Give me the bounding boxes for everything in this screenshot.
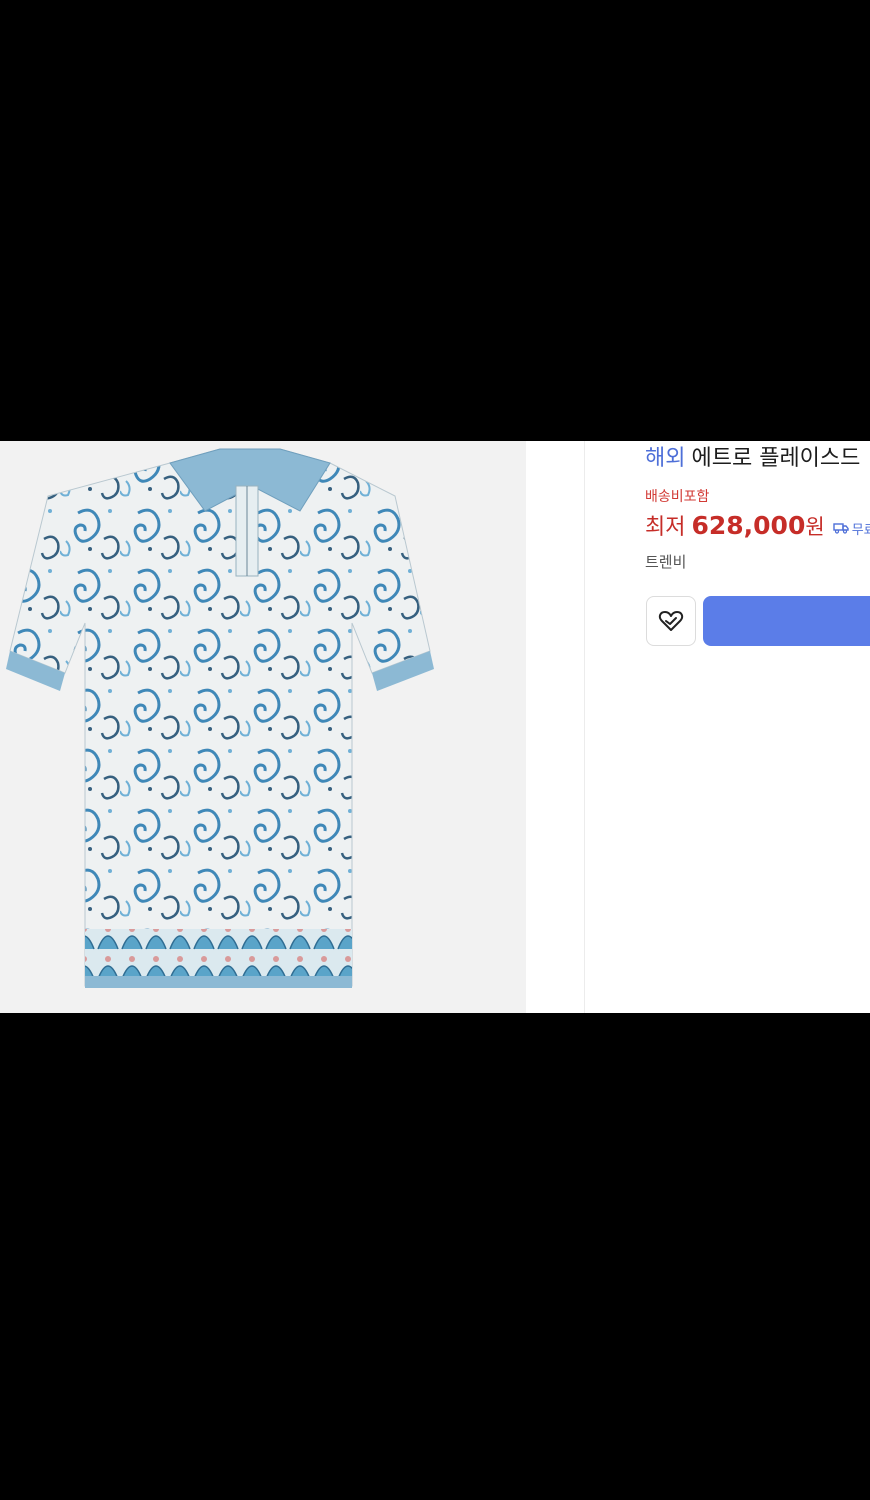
wishlist-button[interactable] (646, 596, 696, 646)
product-title-row[interactable]: 해외 에트로 플레이스드 (645, 444, 860, 474)
price-row: 최저 628,000 원 무료 (645, 509, 870, 541)
column-divider (584, 441, 585, 1013)
shipping-included-label: 배송비포함 (645, 489, 710, 505)
lowest-price-label: 최저 (645, 515, 686, 540)
free-shipping-badge: 무료 (832, 519, 870, 538)
product-title[interactable]: 에트로 플레이스드 (691, 446, 860, 471)
free-shipping-text: 무료 (851, 522, 870, 538)
truck-icon (832, 523, 849, 534)
buy-button[interactable] (703, 596, 870, 646)
product-card[interactable]: 해외 에트로 플레이스드 배송비포함 최저 628,000 원 무료 트렌비 (0, 441, 870, 1013)
overseas-badge: 해외 (645, 446, 686, 471)
heart-check-icon (658, 611, 684, 631)
price-unit: 원 (805, 515, 825, 539)
price-value: 628,000 (691, 511, 806, 540)
paisley-polo-shirt-image (6, 448, 434, 988)
seller-name[interactable]: 트렌비 (645, 551, 686, 572)
product-image[interactable] (0, 441, 526, 1013)
